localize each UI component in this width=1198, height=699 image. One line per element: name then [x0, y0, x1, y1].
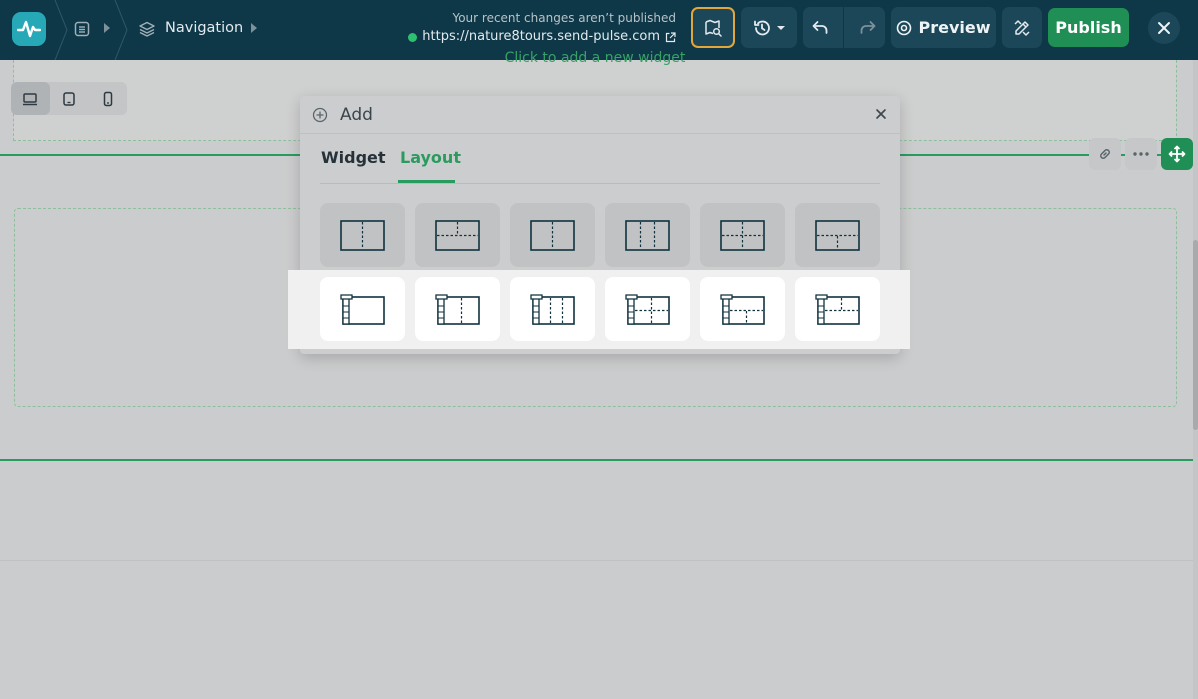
map-search-icon: [705, 19, 722, 37]
layout-three-columns[interactable]: [605, 203, 690, 267]
scrollbar-thumb[interactable]: [1193, 240, 1198, 430]
section-border: [0, 459, 1193, 461]
desktop-icon: [23, 92, 38, 105]
undo-icon[interactable]: [810, 18, 830, 38]
publish-status: Your recent changes aren’t published htt…: [408, 9, 676, 47]
layout-sidebar-rows-bottom-split[interactable]: [700, 277, 785, 341]
publish-button[interactable]: Publish: [1048, 8, 1129, 47]
desktop-view-button[interactable]: [11, 82, 50, 115]
site-url-text[interactable]: https://nature8tours.send-pulse.com: [422, 27, 660, 47]
pages-list-icon[interactable]: [73, 20, 91, 38]
mobile-icon: [103, 91, 112, 106]
history-button[interactable]: [741, 7, 797, 48]
layout-two-columns-top-split[interactable]: [415, 203, 500, 267]
tab-widget[interactable]: Widget: [321, 147, 386, 169]
external-link-icon[interactable]: [665, 31, 676, 43]
layout-bottom-split-icon: [815, 219, 860, 251]
layout-sidebar-four-cells-icon: [625, 293, 670, 325]
layout-top-split-icon: [435, 219, 480, 251]
online-status-dot: [408, 32, 418, 42]
dialog-title: Add: [340, 105, 373, 125]
close-icon[interactable]: [875, 108, 887, 120]
layout-two-columns-icon: [530, 219, 575, 251]
layout-sidebar-three-columns[interactable]: [510, 277, 595, 341]
link-icon: [1100, 149, 1110, 159]
layout-sidebar-single[interactable]: [320, 277, 405, 341]
layout-two-columns-alt[interactable]: [510, 203, 595, 267]
layout-two-columns-icon: [340, 219, 385, 251]
layout-sidebar-two-columns-icon: [435, 293, 480, 325]
tablet-view-button[interactable]: [50, 82, 89, 115]
layout-three-columns-icon: [625, 219, 670, 251]
undo-redo-group: [803, 7, 885, 48]
layout-sidebar-two-columns[interactable]: [415, 277, 500, 341]
preview-label: Preview: [918, 18, 991, 37]
section-move-handle[interactable]: [1161, 138, 1193, 170]
redo-icon[interactable]: [858, 18, 878, 38]
active-tab-indicator: [398, 180, 455, 183]
plus-circle-icon: [312, 107, 328, 123]
layout-sidebar-single-icon: [340, 293, 385, 325]
design-settings-button[interactable]: [1002, 7, 1042, 48]
chevron-down-icon: [776, 25, 785, 30]
close-editor-button[interactable]: [1148, 12, 1180, 44]
layout-sidebar-three-columns-icon: [530, 293, 575, 325]
layout-four-cells-icon: [720, 219, 765, 251]
caret-right-icon[interactable]: [104, 23, 110, 33]
device-switcher: [11, 82, 127, 115]
layout-four-cells[interactable]: [700, 203, 785, 267]
button-divider: [843, 7, 845, 48]
unpublished-changes-text: Your recent changes aren’t published: [452, 11, 676, 25]
seo-preview-button[interactable]: [691, 7, 735, 48]
close-icon: [1158, 22, 1170, 34]
pencil-ruler-icon: [1014, 19, 1030, 36]
breadcrumb-current-page[interactable]: Navigation: [165, 18, 243, 38]
history-icon: [753, 20, 770, 35]
add-widget-hint[interactable]: Click to add a new widget: [14, 50, 1176, 66]
more-horizontal-icon: [1133, 152, 1149, 156]
tablet-icon: [63, 91, 75, 106]
layout-sidebar-bottom-split-icon: [720, 293, 765, 325]
eye-icon: [897, 20, 912, 35]
layout-sidebar-rows-top-split[interactable]: [795, 277, 880, 341]
site-url-link[interactable]: https://nature8tours.send-pulse.com: [408, 27, 676, 47]
layers-icon: [139, 21, 155, 37]
section-toolbar: [1089, 138, 1193, 170]
preview-button[interactable]: Preview: [891, 7, 996, 48]
section-divider: [0, 560, 1193, 561]
page-scrollbar[interactable]: [1193, 60, 1198, 699]
dialog-header: Add: [300, 96, 900, 134]
section-more-button[interactable]: [1125, 138, 1157, 170]
layout-sidebar-top-split-icon: [815, 293, 860, 325]
mobile-view-button[interactable]: [88, 82, 127, 115]
pulse-icon: [17, 20, 41, 38]
move-arrows-icon: [1168, 145, 1186, 163]
tab-layout[interactable]: Layout: [400, 147, 461, 169]
app-logo[interactable]: [12, 12, 46, 46]
layout-sidebar-four-cells[interactable]: [605, 277, 690, 341]
dialog-tabs: Widget Layout: [320, 134, 880, 184]
section-link-button[interactable]: [1089, 138, 1121, 170]
caret-right-icon[interactable]: [251, 23, 257, 33]
layout-two-columns[interactable]: [320, 203, 405, 267]
layout-two-rows-bottom-split[interactable]: [795, 203, 880, 267]
